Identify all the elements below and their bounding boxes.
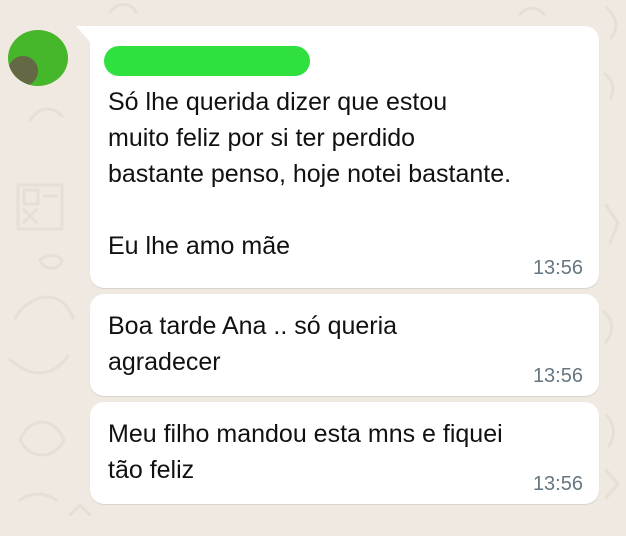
message-timestamp: 13:56 [532,473,583,495]
bubble-tail [76,26,90,42]
message-timestamp: 13:56 [532,365,583,387]
message-timestamp: 13:56 [532,257,583,279]
message-text: Só lhe querida dizer que estou muito fel… [108,88,512,260]
message-text: Meu filho mandou esta mns e fiquei tão f… [108,420,503,484]
message-bubble[interactable]: Meu filho mandou esta mns e fiquei tão f… [90,402,599,504]
message-bubble[interactable]: Boa tarde Ana .. só queria agradecer 13:… [90,294,599,396]
sender-name-redacted [104,46,310,76]
message-text: Boa tarde Ana .. só queria agradecer [108,312,398,376]
avatar-photo-shade [8,56,38,86]
sender-avatar[interactable] [8,30,68,86]
